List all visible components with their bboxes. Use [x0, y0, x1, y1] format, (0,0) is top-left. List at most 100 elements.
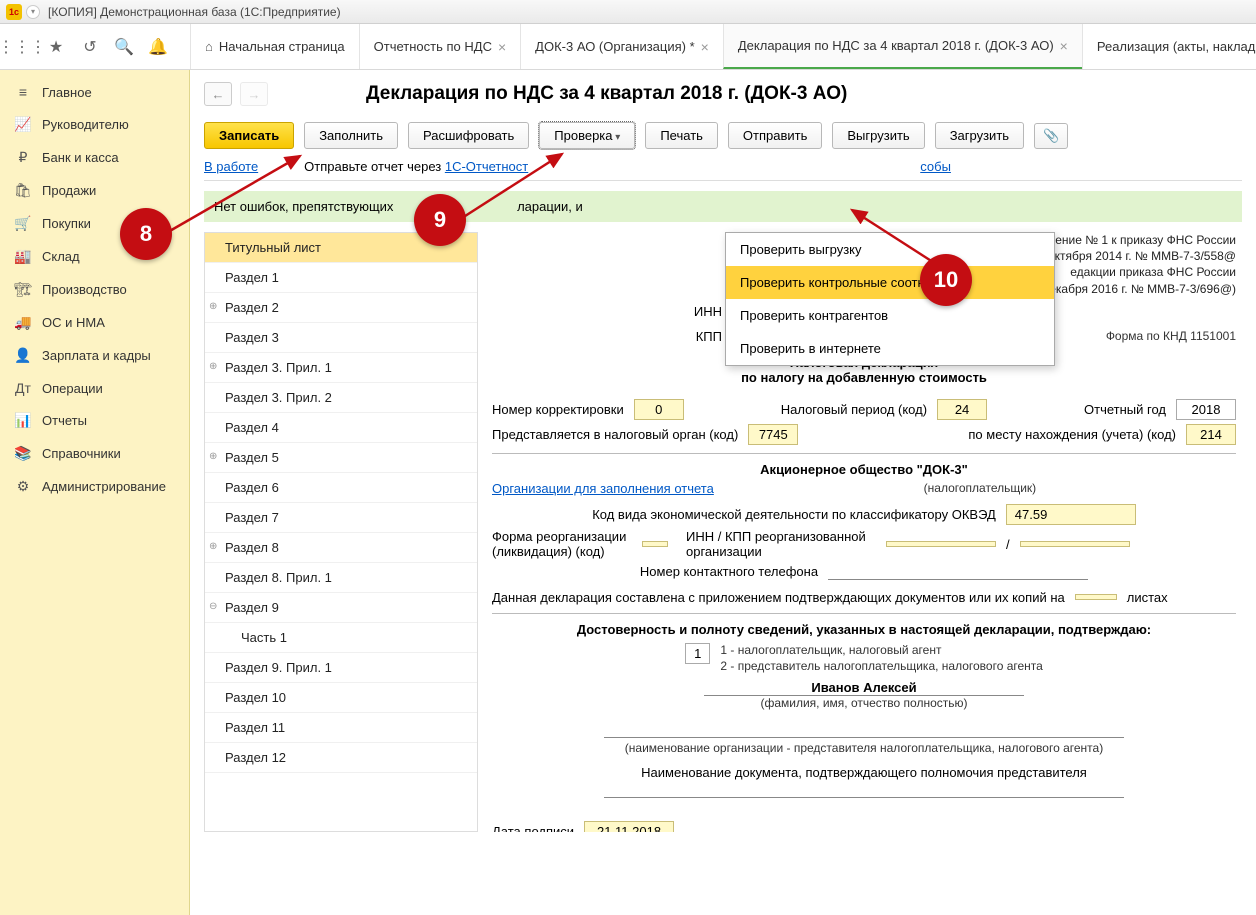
nav-icon: ⚙: [14, 478, 32, 495]
nav-item[interactable]: 🏗Производство: [0, 273, 189, 306]
upload-button[interactable]: Выгрузить: [832, 122, 924, 149]
reorg-code-field[interactable]: [642, 541, 668, 547]
section-item[interactable]: Раздел 10: [205, 683, 477, 713]
print-button[interactable]: Печать: [645, 122, 718, 149]
nav-icon: 📈: [14, 116, 32, 133]
sign-date-field[interactable]: 21.11.2018: [584, 821, 674, 832]
section-item[interactable]: Раздел 11: [205, 713, 477, 743]
nav-item[interactable]: 👤Зарплата и кадры: [0, 339, 189, 372]
nav-item[interactable]: ⚙Администрирование: [0, 470, 189, 503]
check-dropdown: Проверить выгрузку Проверить контрольные…: [725, 232, 1055, 366]
section-item[interactable]: ⊖Раздел 9: [205, 593, 477, 623]
download-button[interactable]: Загрузить: [935, 122, 1024, 149]
section-item[interactable]: Раздел 3: [205, 323, 477, 353]
place-field[interactable]: 214: [1186, 424, 1236, 445]
nav-icon: ₽: [14, 149, 32, 166]
section-item[interactable]: ⊕Раздел 2: [205, 293, 477, 323]
pages-field[interactable]: [1075, 594, 1117, 600]
reorg-inn-field[interactable]: [886, 541, 996, 547]
nav-icon: 📊: [14, 412, 32, 429]
section-item[interactable]: ⊕Раздел 5: [205, 443, 477, 473]
decode-button[interactable]: Расшифровать: [408, 122, 529, 149]
expand-icon[interactable]: ⊕: [209, 301, 217, 312]
sections-tree: Титульный листРаздел 1⊕Раздел 2Раздел 3⊕…: [204, 232, 478, 832]
tab-realization[interactable]: Реализация (акты, накладные): [1082, 24, 1256, 69]
link-ways[interactable]: собы: [920, 159, 951, 174]
tax-organ-field[interactable]: 7745: [748, 424, 798, 445]
nav-item[interactable]: ₽Банк и касса: [0, 141, 189, 174]
tab-declaration[interactable]: Декларация по НДС за 4 квартал 2018 г. (…: [723, 24, 1082, 69]
app-menu-dropdown[interactable]: ▾: [26, 5, 40, 19]
home-icon: ⌂: [205, 39, 213, 54]
forward-button[interactable]: →: [240, 82, 268, 106]
action-toolbar: Записать Заполнить Расшифровать Проверка…: [204, 122, 1242, 149]
star-icon[interactable]: ★: [46, 37, 66, 57]
nav-item[interactable]: 📊Отчеты: [0, 404, 189, 437]
apps-icon[interactable]: ⋮⋮⋮: [12, 37, 32, 57]
tab-home[interactable]: ⌂ Начальная страница: [190, 24, 359, 69]
nav-item[interactable]: ДтОперации: [0, 372, 189, 404]
nav-icon: 🛍: [14, 182, 32, 199]
nav-item[interactable]: 📚Справочники: [0, 437, 189, 470]
section-item[interactable]: Раздел 1: [205, 263, 477, 293]
tab-nds[interactable]: Отчетность по НДС ×: [359, 24, 521, 69]
section-item[interactable]: Часть 1: [205, 623, 477, 653]
section-item[interactable]: Раздел 4: [205, 413, 477, 443]
orgs-link[interactable]: Организации для заполнения отчета: [492, 481, 714, 496]
save-button[interactable]: Записать: [204, 122, 294, 149]
section-item[interactable]: Раздел 9. Прил. 1: [205, 653, 477, 683]
window-titlebar: 1c ▾ [КОПИЯ] Демонстрационная база (1С:П…: [0, 0, 1256, 24]
attach-button[interactable]: 📎: [1034, 123, 1068, 149]
nav-item[interactable]: ≡Главное: [0, 76, 189, 108]
section-item[interactable]: Раздел 12: [205, 743, 477, 773]
reorg-kpp-field[interactable]: [1020, 541, 1130, 547]
nav-item[interactable]: 🚚ОС и НМА: [0, 306, 189, 339]
section-item[interactable]: Раздел 6: [205, 473, 477, 503]
nav-icon: 🏭: [14, 248, 32, 265]
search-icon[interactable]: 🔍: [114, 37, 134, 57]
correction-field[interactable]: 0: [634, 399, 684, 420]
nav-icon: ≡: [14, 84, 32, 100]
check-counterparties[interactable]: Проверить контрагентов: [726, 299, 1054, 332]
nav-item[interactable]: 🛍Продажи: [0, 174, 189, 207]
section-item[interactable]: ⊕Раздел 3. Прил. 1: [205, 353, 477, 383]
period-field[interactable]: 24: [937, 399, 987, 420]
rep-doc-field[interactable]: [604, 784, 1124, 798]
close-icon[interactable]: ×: [1060, 38, 1068, 54]
link-1c[interactable]: 1С-Отчетност: [445, 159, 528, 174]
section-item[interactable]: Раздел 7: [205, 503, 477, 533]
nav-item[interactable]: 📈Руководителю: [0, 108, 189, 141]
top-toolbar: ⋮⋮⋮ ★ ↺ 🔍 🔔 ⌂ Начальная страница Отчетно…: [0, 24, 1256, 70]
section-item[interactable]: Раздел 8. Прил. 1: [205, 563, 477, 593]
check-upload[interactable]: Проверить выгрузку: [726, 233, 1054, 266]
trust-field[interactable]: 1: [685, 643, 710, 664]
check-ratios[interactable]: Проверить контрольные соотношения: [726, 266, 1054, 299]
fill-button[interactable]: Заполнить: [304, 122, 398, 149]
window-title: [КОПИЯ] Демонстрационная база (1С:Предпр…: [48, 5, 341, 19]
annotation-badge-9: 9: [414, 194, 466, 246]
bell-icon[interactable]: 🔔: [148, 37, 168, 57]
close-icon[interactable]: ×: [498, 39, 506, 55]
tab-org[interactable]: ДОК-3 АО (Организация) * ×: [520, 24, 723, 69]
year-field[interactable]: 2018: [1176, 399, 1236, 420]
section-item[interactable]: ⊕Раздел 8: [205, 533, 477, 563]
expand-icon[interactable]: ⊕: [209, 361, 217, 372]
phone-field[interactable]: [828, 564, 1088, 580]
fio-field[interactable]: Иванов Алексей: [704, 680, 1024, 696]
expand-icon[interactable]: ⊖: [209, 601, 217, 612]
check-button[interactable]: Проверка: [539, 122, 635, 149]
annotation-badge-10: 10: [920, 254, 972, 306]
okved-field[interactable]: 47.59: [1006, 504, 1136, 525]
app-icon: 1c: [6, 4, 22, 20]
status-link[interactable]: В работе: [204, 159, 258, 174]
rep-org-field[interactable]: [604, 724, 1124, 738]
nav-icon: 🛒: [14, 215, 32, 232]
send-button[interactable]: Отправить: [728, 122, 822, 149]
expand-icon[interactable]: ⊕: [209, 451, 217, 462]
history-icon[interactable]: ↺: [80, 37, 100, 57]
back-button[interactable]: ←: [204, 82, 232, 106]
expand-icon[interactable]: ⊕: [209, 541, 217, 552]
close-icon[interactable]: ×: [701, 39, 709, 55]
check-internet[interactable]: Проверить в интернете: [726, 332, 1054, 365]
section-item[interactable]: Раздел 3. Прил. 2: [205, 383, 477, 413]
